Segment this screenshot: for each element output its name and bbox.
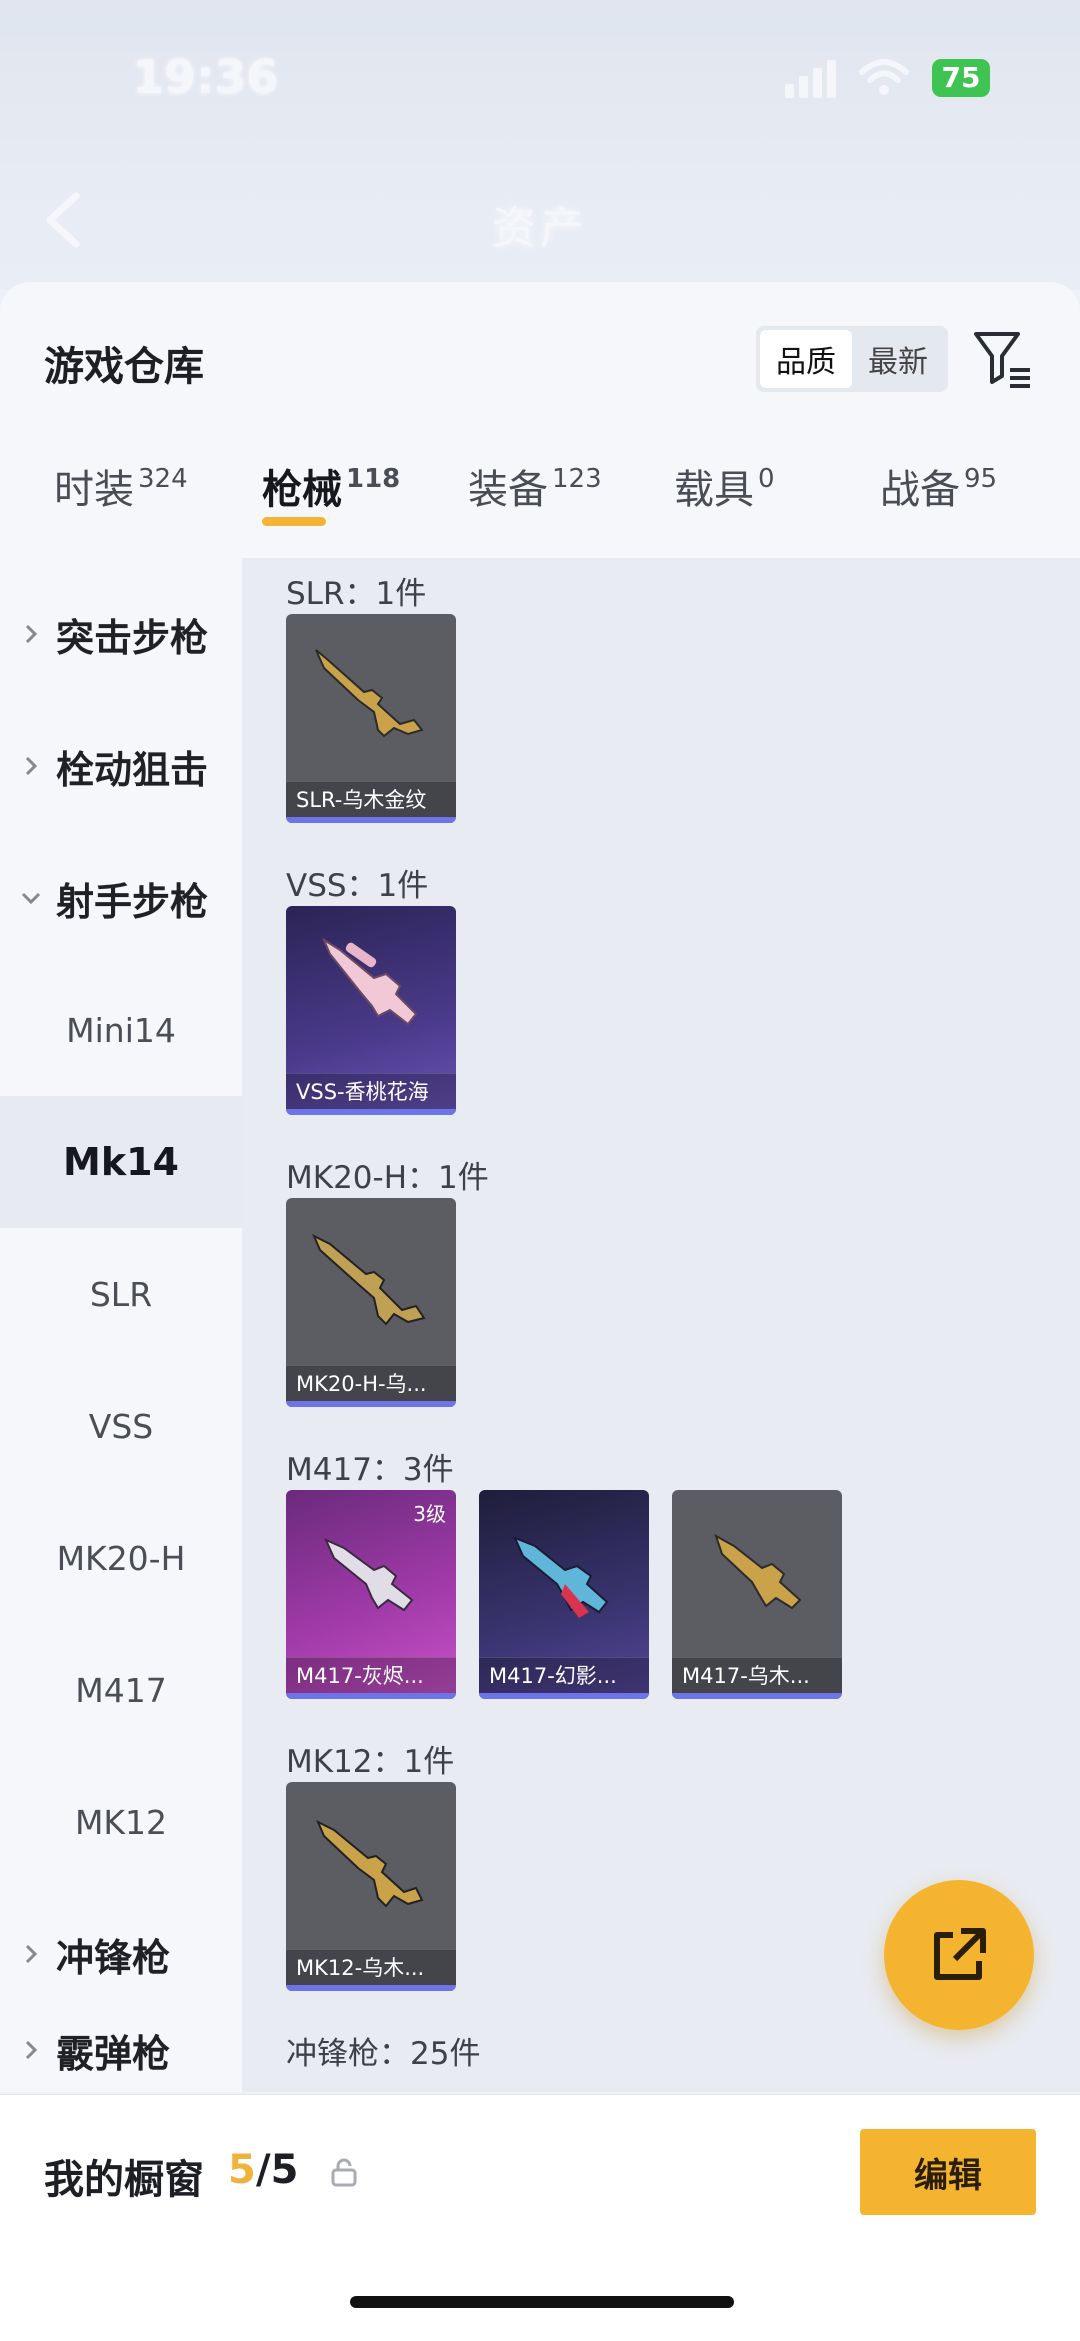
sidebar-item-slr[interactable]: SLR bbox=[0, 1228, 242, 1360]
tab-count: 324 bbox=[138, 464, 188, 494]
showcase-total-count: /5 bbox=[256, 2147, 299, 2193]
sidebar-item-shotguns[interactable]: 霰弹枪 bbox=[0, 2008, 242, 2092]
showcase-used-count: 5 bbox=[228, 2147, 256, 2193]
tab-battle-gear[interactable]: 战备 95 bbox=[880, 457, 997, 515]
skin-card-m417-ebony[interactable]: M417-乌木... bbox=[672, 1490, 842, 1699]
rarity-bar bbox=[286, 817, 456, 823]
chevron-right-icon bbox=[25, 2040, 38, 2060]
sidebar-item-label: 霰弹枪 bbox=[56, 2031, 171, 2076]
skin-name: SLR-乌木金纹 bbox=[286, 781, 456, 817]
tab-label: 装备 bbox=[468, 467, 548, 513]
sidebar-item-m417[interactable]: M417 bbox=[0, 1624, 242, 1756]
tab-firearms[interactable]: 枪械 118 bbox=[262, 457, 400, 515]
tab-count: 118 bbox=[346, 464, 401, 494]
group-label-mk12: MK12：1件 bbox=[286, 1744, 455, 1780]
rarity-bar bbox=[286, 1693, 456, 1699]
skin-card-mk20h[interactable]: MK20-H-乌... bbox=[286, 1198, 456, 1407]
rifle-icon bbox=[316, 1819, 424, 1908]
tab-equipment[interactable]: 装备 123 bbox=[468, 457, 602, 515]
group-label-smg: 冲锋枪：25件 bbox=[286, 2036, 481, 2072]
tab-label: 战备 bbox=[880, 467, 960, 513]
warehouse-sheet: 游戏仓库 品质 最新 时装 324 枪械 118 装备 123 载具 0 战备 95 突击… bbox=[0, 282, 1080, 2092]
tab-fashion[interactable]: 时装 324 bbox=[54, 457, 188, 515]
rifle-icon bbox=[714, 1533, 802, 1610]
weapon-category-sidebar: 突击步枪 栓动狙击 射手步枪 Mini14 Mk14 SLR VSS MK20-… bbox=[0, 558, 242, 2092]
category-tabs: 时装 324 枪械 118 装备 123 载具 0 战备 95 bbox=[0, 457, 1080, 537]
group-label-slr: SLR：1件 bbox=[286, 576, 427, 612]
group-label-mk20h: MK20-H：1件 bbox=[286, 1160, 489, 1196]
signal-icon bbox=[785, 58, 836, 98]
skin-name: MK12-乌木... bbox=[286, 1949, 456, 1985]
tab-vehicles[interactable]: 载具 0 bbox=[674, 457, 775, 515]
rifle-icon bbox=[315, 649, 424, 738]
tab-label: 载具 bbox=[674, 467, 754, 513]
tab-count: 95 bbox=[964, 464, 998, 494]
rarity-bar bbox=[286, 1985, 456, 1991]
weapon-skin-list: SLR：1件 SLR-乌木金纹 VSS：1件 VSS-香桃花海 MK20-H：1… bbox=[242, 558, 1080, 2092]
warehouse-title: 游戏仓库 bbox=[44, 344, 204, 390]
showcase-label: 我的橱窗 bbox=[44, 2157, 204, 2203]
tab-label: 时装 bbox=[54, 467, 134, 513]
sidebar-item-mk14[interactable]: Mk14 bbox=[0, 1096, 242, 1228]
rifle-icon bbox=[321, 937, 418, 1026]
page-title: 资产 bbox=[492, 203, 588, 254]
rarity-bar bbox=[286, 1109, 456, 1115]
share-button[interactable] bbox=[884, 1880, 1034, 2030]
sort-toggle: 品质 最新 bbox=[756, 326, 948, 392]
rifle-icon bbox=[513, 1536, 609, 1618]
skin-name: M417-幻影... bbox=[479, 1657, 649, 1693]
rarity-bar bbox=[672, 1693, 842, 1699]
group-label-m417: M417：3件 bbox=[286, 1452, 454, 1488]
skin-card-mk12[interactable]: MK12-乌木... bbox=[286, 1782, 456, 1991]
sidebar-item-marksman-rifles[interactable]: 射手步枪 bbox=[0, 832, 242, 964]
rarity-bar bbox=[479, 1693, 649, 1699]
lock-icon bbox=[331, 2158, 357, 2187]
tab-count: 123 bbox=[552, 464, 602, 494]
sidebar-item-smgs[interactable]: 冲锋枪 bbox=[0, 1888, 242, 2020]
battery-indicator: 75 bbox=[932, 59, 990, 97]
sidebar-item-mk12[interactable]: MK12 bbox=[0, 1756, 242, 1888]
share-icon bbox=[934, 1928, 986, 1980]
wifi-icon bbox=[859, 59, 909, 95]
group-label-vss: VSS：1件 bbox=[286, 868, 429, 904]
skin-name: M417-乌木... bbox=[672, 1657, 842, 1693]
edit-button[interactable]: 编辑 bbox=[860, 2129, 1036, 2215]
home-indicator bbox=[350, 2296, 734, 2308]
skin-card-vss[interactable]: VSS-香桃花海 bbox=[286, 906, 456, 1115]
sidebar-item-assault-rifles[interactable]: 突击步枪 bbox=[0, 568, 242, 700]
skin-card-m417-phantom[interactable]: M417-幻影... bbox=[479, 1490, 649, 1699]
sidebar-item-vss[interactable]: VSS bbox=[0, 1360, 242, 1492]
sort-quality-option[interactable]: 品质 bbox=[760, 330, 852, 388]
sidebar-item-mini14[interactable]: Mini14 bbox=[0, 964, 242, 1096]
filter-icon[interactable] bbox=[972, 328, 1034, 390]
app-header: 19:36 75 资产 bbox=[0, 0, 1080, 290]
active-tab-indicator bbox=[262, 517, 326, 526]
chevron-down-icon bbox=[21, 892, 41, 905]
chevron-right-icon bbox=[25, 624, 38, 644]
sidebar-item-label: 射手步枪 bbox=[56, 879, 209, 924]
skin-name: M417-灰烬... bbox=[286, 1657, 456, 1693]
rifle-icon bbox=[324, 1538, 414, 1612]
skin-card-slr[interactable]: SLR-乌木金纹 bbox=[286, 614, 456, 823]
status-bar: 19:36 75 bbox=[0, 40, 1080, 120]
status-icons: 75 bbox=[785, 58, 990, 98]
sidebar-item-label: 突击步枪 bbox=[56, 615, 209, 660]
status-time: 19:36 bbox=[132, 50, 279, 104]
sidebar-item-bolt-snipers[interactable]: 栓动狙击 bbox=[0, 700, 242, 832]
rarity-bar bbox=[286, 1401, 456, 1407]
sort-newest-option[interactable]: 最新 bbox=[852, 330, 944, 388]
tab-label: 枪械 bbox=[262, 467, 342, 513]
chevron-right-icon bbox=[25, 1944, 38, 1964]
tab-count: 0 bbox=[758, 464, 775, 494]
sidebar-item-label: 冲锋枪 bbox=[56, 1935, 171, 1980]
skin-name: MK20-H-乌... bbox=[286, 1365, 456, 1401]
sidebar-item-mk20h[interactable]: MK20-H bbox=[0, 1492, 242, 1624]
skin-name: VSS-香桃花海 bbox=[286, 1073, 456, 1109]
rifle-icon bbox=[312, 1233, 426, 1326]
chevron-right-icon bbox=[25, 756, 38, 776]
sidebar-item-label: 栓动狙击 bbox=[56, 747, 209, 792]
skin-card-m417-ashes[interactable]: 3级 M417-灰烬... bbox=[286, 1490, 456, 1699]
